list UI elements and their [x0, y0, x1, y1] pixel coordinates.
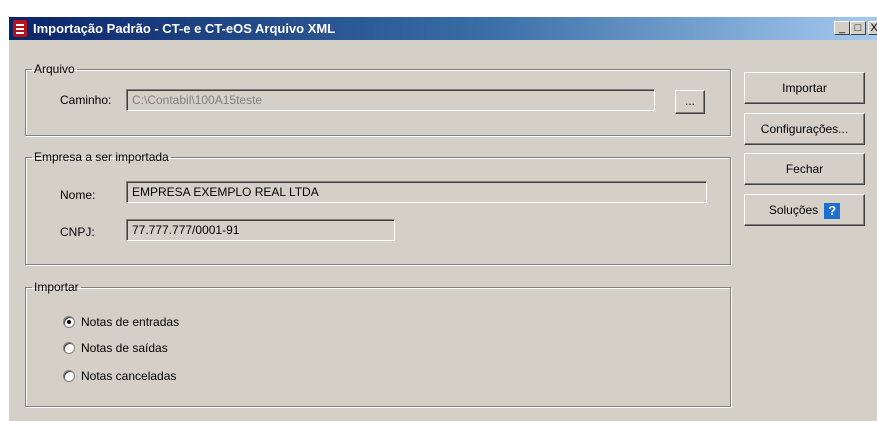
- empresa-legend: Empresa a ser importada: [34, 150, 169, 164]
- arquivo-legend: Arquivo: [34, 62, 75, 76]
- fechar-button[interactable]: Fechar: [744, 153, 865, 185]
- importar-button[interactable]: Importar: [744, 72, 865, 104]
- title-bar[interactable]: Importação Padrão - CT-e e CT-eOS Arquiv…: [9, 17, 877, 40]
- minimize-button[interactable]: _: [834, 21, 850, 35]
- nome-label: Nome:: [60, 188, 96, 202]
- document-icon: [13, 20, 27, 37]
- caminho-label: Caminho:: [60, 93, 112, 107]
- cnpj-label: CNPJ:: [60, 225, 95, 239]
- importar-legend: Importar: [34, 280, 79, 294]
- import-window: Importação Padrão - CT-e e CT-eOS Arquiv…: [8, 16, 877, 421]
- close-button[interactable]: X: [868, 21, 877, 35]
- radio-unselected-icon[interactable]: [63, 370, 75, 382]
- configuracoes-button[interactable]: Configurações...: [744, 113, 865, 145]
- caminho-input[interactable]: C:\Contabil\100A15teste: [126, 89, 655, 111]
- radio-label: Notas de entradas: [81, 315, 180, 329]
- solucoes-button[interactable]: Soluções?: [744, 194, 865, 226]
- radio-unselected-icon[interactable]: [63, 342, 75, 354]
- empresa-group: Empresa a ser importada: [25, 150, 731, 265]
- radio-label: Notas de saídas: [81, 341, 168, 355]
- maximize-button[interactable]: □: [850, 21, 866, 35]
- solucoes-label: Soluções: [768, 203, 819, 217]
- window-title: Importação Padrão - CT-e e CT-eOS Arquiv…: [33, 21, 336, 36]
- browse-button[interactable]: ...: [675, 90, 705, 114]
- help-icon: ?: [824, 202, 841, 219]
- radio-label: Notas canceladas: [81, 369, 177, 383]
- nome-field: EMPRESA EXEMPLO REAL LTDA: [126, 181, 707, 203]
- cnpj-field: 77.777.777/0001-91: [126, 219, 395, 241]
- radio-selected-icon[interactable]: [63, 316, 75, 328]
